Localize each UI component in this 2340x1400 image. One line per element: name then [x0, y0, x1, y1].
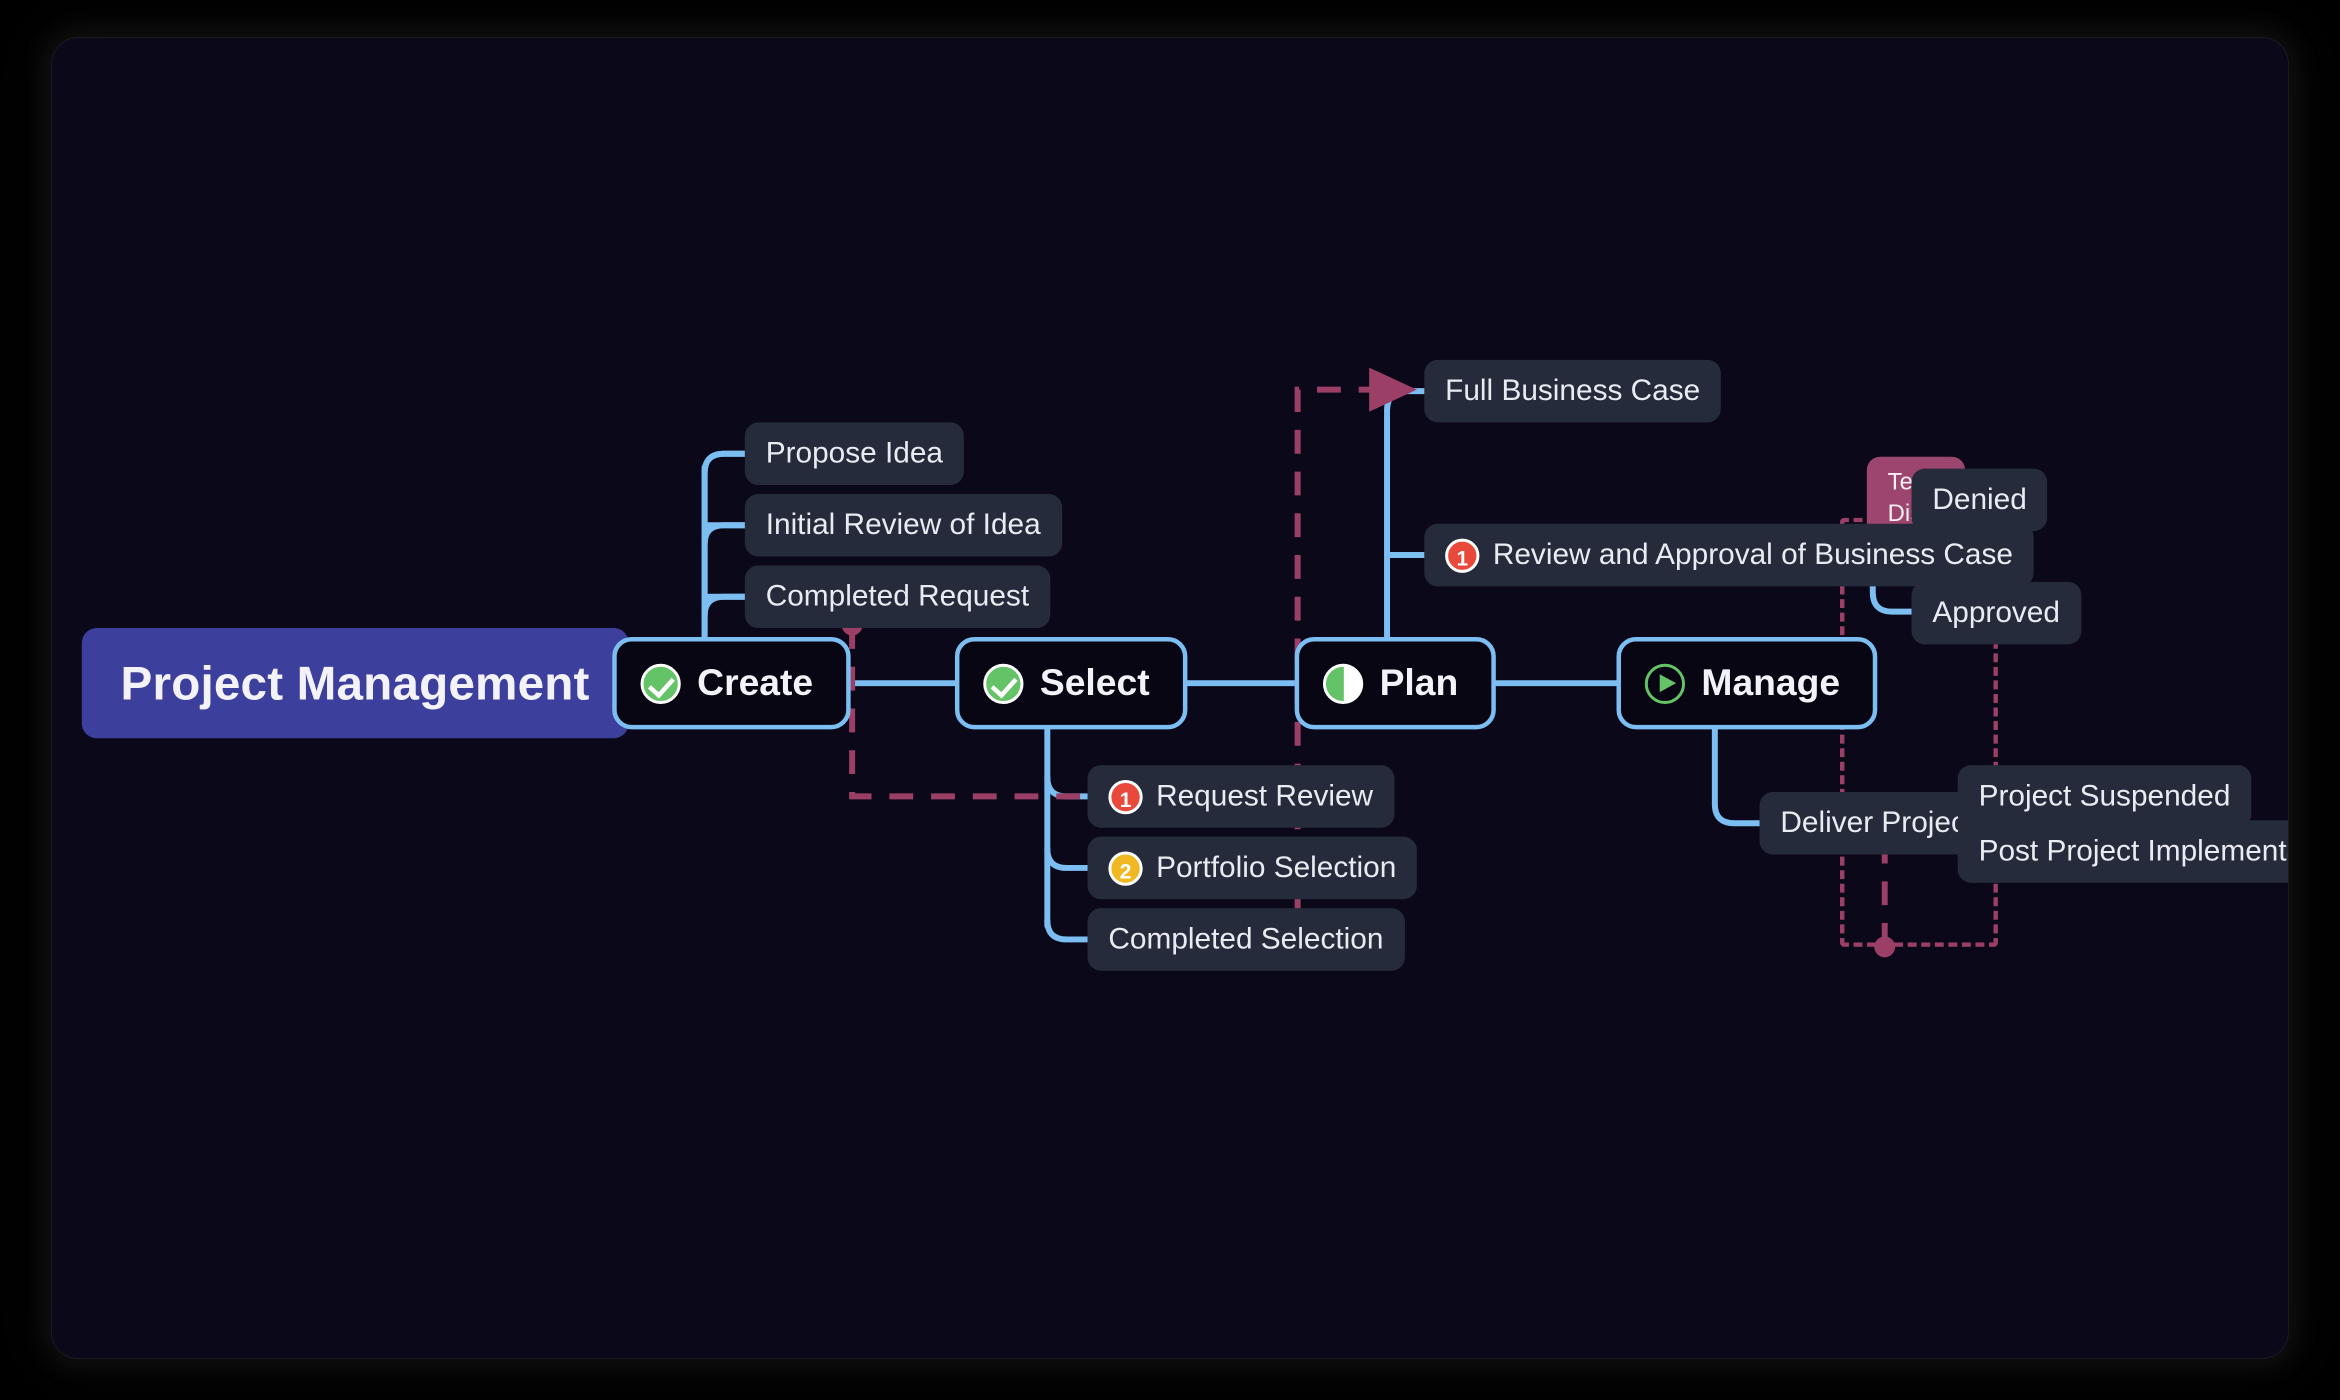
leaf-label: Deliver Project: [1780, 806, 1975, 839]
leaf-label: Review and Approval of Business Case: [1492, 537, 2013, 571]
leaf-label: Full Business Case: [1445, 373, 1701, 407]
stage-node-plan[interactable]: Plan: [1294, 636, 1496, 730]
screen-root: Team Discussion Project Management Creat…: [0, 0, 2340, 1400]
leaf-node-approved[interactable]: Approved: [1911, 581, 2081, 645]
leaf-label: Project Suspended: [1978, 779, 2231, 813]
play-circle-icon: [1644, 663, 1686, 704]
check-circle-icon: [640, 663, 681, 704]
leaf-label: Portfolio Selection: [1156, 850, 1397, 884]
leaf-node-initial-review-of-idea[interactable]: Initial Review of Idea: [744, 493, 1062, 557]
leaf-node-full-business-case[interactable]: Full Business Case: [1424, 359, 1722, 423]
root-node-label: Project Management: [120, 655, 590, 710]
mindmap-diagram: Team Discussion Project Management Creat…: [52, 38, 2288, 1358]
stage-node-create[interactable]: Create: [612, 636, 851, 730]
stage-node-create-label: Create: [697, 661, 814, 704]
leaf-label: Approved: [1932, 596, 2060, 629]
badge-number-1-icon: 1: [1108, 779, 1143, 814]
leaf-label: Post Project Implementation: [1978, 834, 2288, 868]
stage-node-select-label: Select: [1039, 661, 1150, 704]
leaf-node-propose-idea[interactable]: Propose Idea: [744, 422, 964, 485]
leaf-label: Completed Selection: [1108, 922, 1384, 956]
leaf-node-project-suspended[interactable]: Project Suspended: [1957, 765, 2252, 828]
leaf-node-completed-request[interactable]: Completed Request: [744, 565, 1050, 629]
leaf-node-review-and-approval-of-business-case[interactable]: 1 Review and Approval of Business Case: [1424, 523, 2034, 587]
leaf-node-completed-selection[interactable]: Completed Selection: [1087, 908, 1405, 971]
check-circle-icon: [983, 663, 1024, 704]
leaf-node-post-project-implementation[interactable]: Post Project Implementation: [1957, 820, 2288, 883]
leaf-label: Completed Request: [765, 579, 1030, 613]
leaf-label: Denied: [1932, 482, 2027, 516]
leaf-node-request-review[interactable]: 1 Request Review: [1087, 765, 1394, 828]
mindmap-canvas[interactable]: Team Discussion Project Management Creat…: [52, 38, 2288, 1358]
leaf-node-denied[interactable]: Denied: [1911, 468, 2048, 532]
stage-node-manage[interactable]: Manage: [1616, 636, 1878, 730]
half-circle-icon: [1322, 663, 1364, 704]
stage-node-plan-label: Plan: [1379, 661, 1459, 704]
root-node-project-management[interactable]: Project Management: [81, 628, 629, 739]
leaf-label: Initial Review of Idea: [765, 508, 1041, 541]
stage-node-select[interactable]: Select: [954, 636, 1187, 730]
badge-number-2-icon: 2: [1108, 850, 1143, 886]
leaf-node-portfolio-selection[interactable]: 2 Portfolio Selection: [1087, 836, 1418, 900]
stage-node-manage-label: Manage: [1701, 661, 1841, 704]
badge-number-1-icon: 1: [1445, 537, 1480, 573]
leaf-label: Request Review: [1156, 779, 1374, 813]
leaf-label: Propose Idea: [765, 436, 943, 470]
